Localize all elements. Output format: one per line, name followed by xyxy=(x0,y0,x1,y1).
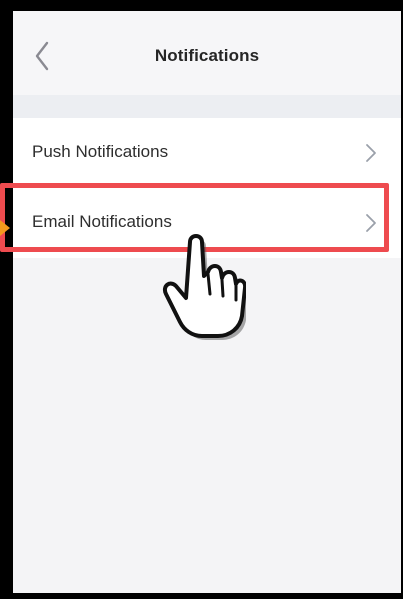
nav-header: Notifications xyxy=(13,11,401,95)
pointer-arrow-icon xyxy=(0,220,10,236)
empty-content-area xyxy=(13,261,401,593)
chevron-right-icon xyxy=(366,144,376,162)
email-notifications-row[interactable]: Email Notifications xyxy=(13,188,401,258)
email-notifications-label: Email Notifications xyxy=(32,212,172,231)
app-screen: Notifications Push Notifications Email N… xyxy=(13,11,401,593)
chevron-right-icon xyxy=(366,214,376,232)
push-notifications-row[interactable]: Push Notifications xyxy=(13,118,401,188)
device-frame: Notifications Push Notifications Email N… xyxy=(0,0,403,599)
section-divider xyxy=(13,95,401,118)
settings-list: Push Notifications Email Notifications xyxy=(13,118,401,258)
push-notifications-label: Push Notifications xyxy=(32,142,169,161)
page-title: Notifications xyxy=(154,46,260,65)
